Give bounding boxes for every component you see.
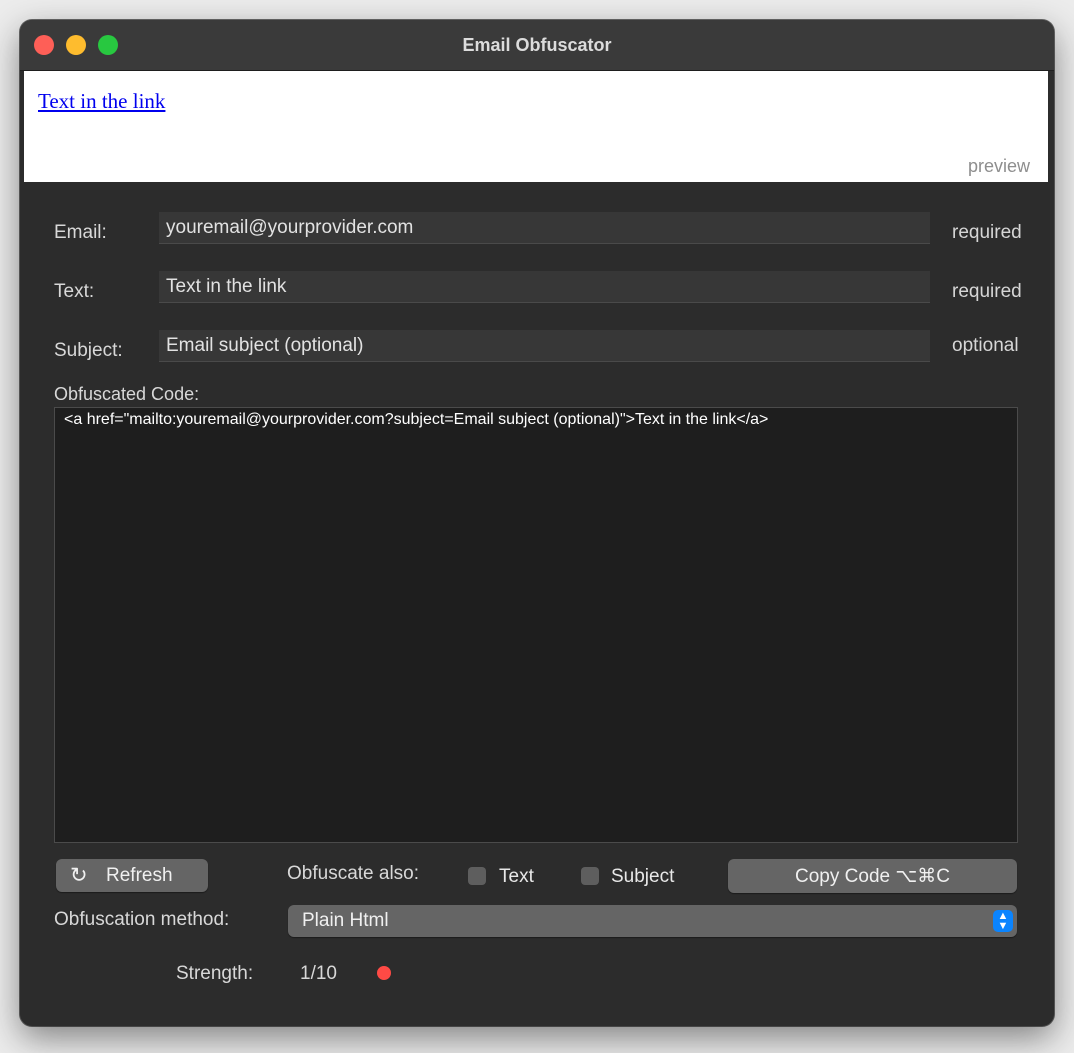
obfuscate-subject-checkbox[interactable] bbox=[581, 867, 599, 885]
method-label: Obfuscation method: bbox=[54, 909, 230, 930]
email-label: Email: bbox=[54, 222, 107, 243]
obfuscated-code-textarea[interactable]: <a href="mailto:youremail@yourprovider.c… bbox=[54, 407, 1018, 843]
text-label: Text: bbox=[54, 281, 95, 302]
strength-label: Strength: bbox=[176, 963, 254, 984]
obfuscate-also-label: Obfuscate also: bbox=[287, 863, 420, 884]
refresh-button[interactable]: ↻ Refresh bbox=[56, 859, 208, 892]
method-value: Plain Html bbox=[302, 910, 389, 931]
obfuscate-subject-label[interactable]: Subject bbox=[611, 866, 674, 888]
subject-hint: optional bbox=[952, 335, 1019, 356]
text-hint: required bbox=[952, 281, 1022, 302]
email-field[interactable] bbox=[159, 212, 930, 244]
app-window: Email Obfuscator Text in the link previe… bbox=[20, 20, 1054, 1026]
chevron-up-down-icon: ▲ ▼ bbox=[993, 910, 1013, 932]
preview-pane: Text in the link preview bbox=[24, 71, 1048, 182]
refresh-icon: ↻ bbox=[70, 864, 88, 887]
subject-field[interactable] bbox=[159, 330, 930, 362]
email-hint: required bbox=[952, 222, 1022, 243]
obfuscation-method-select[interactable]: Plain Html ▲ ▼ bbox=[288, 905, 1017, 937]
obfuscate-text-checkbox[interactable] bbox=[468, 867, 486, 885]
window-title: Email Obfuscator bbox=[462, 35, 612, 55]
preview-link[interactable]: Text in the link bbox=[38, 89, 165, 114]
refresh-label: Refresh bbox=[106, 865, 173, 886]
code-label: Obfuscated Code: bbox=[54, 384, 200, 404]
obfuscate-text-label[interactable]: Text bbox=[499, 866, 534, 888]
subject-label: Subject: bbox=[54, 340, 123, 361]
preview-tag: preview bbox=[967, 156, 1030, 176]
strength-value: 1/10 bbox=[300, 963, 337, 984]
status-dot-icon bbox=[377, 966, 391, 980]
copy-code-label: Copy Code ⌥⌘C bbox=[795, 866, 950, 887]
copy-code-button[interactable]: Copy Code ⌥⌘C bbox=[728, 859, 1017, 893]
title-bar: Email Obfuscator bbox=[20, 20, 1054, 71]
text-field[interactable] bbox=[159, 271, 930, 303]
